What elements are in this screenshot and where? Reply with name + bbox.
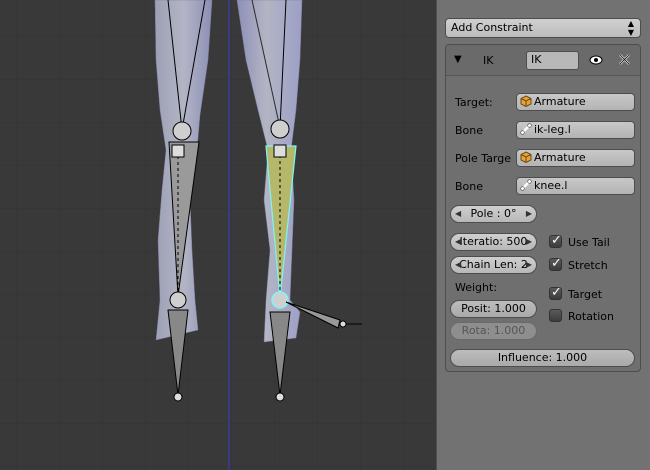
add-constraint-label: Add Constraint: [451, 21, 533, 34]
left-ankle-joint: [271, 291, 289, 309]
target-check-label: Target: [568, 288, 603, 301]
pole-bone-value: knee.l: [534, 179, 568, 192]
constraint-type-label: IK: [483, 54, 494, 67]
weight-label: Weight:: [455, 281, 498, 294]
pole-angle-value: Pole : 0°: [470, 207, 517, 220]
rotation-weight-value: Rota: 1.000: [461, 324, 526, 337]
rotation-check-label: Rotation: [568, 310, 615, 323]
checkmark-icon: ✓: [551, 233, 562, 248]
properties-panel: Add Constraint ▲ ▼ ▼ IK IK Target: Armatu…: [436, 0, 650, 470]
right-bone-head: [171, 144, 185, 158]
target-value: Armature: [534, 95, 586, 108]
bone-value: ik-leg.l: [534, 123, 571, 136]
target-checkbox[interactable]: ✓: [549, 285, 562, 300]
pole-target-field[interactable]: Armature: [516, 149, 635, 167]
dropdown-arrows-icon: ▲ ▼: [627, 19, 634, 37]
left-knee-joint: [270, 119, 290, 139]
grid-floor: [0, 0, 436, 470]
3d-viewport[interactable]: [0, 0, 436, 470]
viewport-canvas[interactable]: [0, 0, 436, 470]
target-label: Target:: [455, 96, 493, 109]
pole-angle-field[interactable]: ◀ Pole : 0° ▶: [450, 205, 537, 223]
bone-icon: [520, 123, 532, 135]
add-constraint-dropdown[interactable]: Add Constraint ▲ ▼: [445, 18, 641, 38]
bone-field[interactable]: ik-leg.l: [516, 121, 635, 139]
stretch-checkbox[interactable]: ✓: [549, 256, 562, 271]
right-knee-joint: [172, 121, 192, 141]
position-weight-value: Posit: 1.000: [461, 302, 526, 315]
pole-target-value: Armature: [534, 151, 586, 164]
chain-length-value: Chain Len: 2: [459, 258, 528, 271]
rotation-weight-field: Rota: 1.000: [450, 322, 537, 340]
checkmark-icon: ✓: [551, 285, 562, 300]
checkmark-icon: ✓: [551, 256, 562, 271]
mesh-object-icon: [520, 151, 532, 164]
target-field[interactable]: Armature: [516, 93, 635, 111]
use-tail-checkbox[interactable]: ✓: [549, 233, 562, 248]
chain-length-field[interactable]: ◀ Chain Len: 2 ▶: [450, 256, 537, 274]
disclosure-triangle-icon[interactable]: ▼: [454, 54, 462, 65]
pole-bone-label: Bone: [455, 180, 484, 193]
pole-target-label: Pole Targe: [455, 152, 512, 165]
constraint-name-value: IK: [531, 53, 542, 66]
left-bone-head: [273, 144, 287, 158]
pole-bone-field[interactable]: knee.l: [516, 177, 635, 195]
eye-icon[interactable]: [589, 54, 603, 69]
right-ankle-joint: [169, 291, 187, 309]
iterations-value: Iteratio: 500: [459, 235, 528, 248]
close-icon[interactable]: [618, 53, 631, 69]
position-weight-field[interactable]: Posit: 1.000: [450, 300, 537, 318]
use-tail-label: Use Tail: [568, 236, 610, 249]
stretch-label: Stretch: [568, 259, 608, 272]
bone-label: Bone: [455, 124, 484, 137]
iterations-field[interactable]: ◀ Iteratio: 500 ▶: [450, 233, 537, 251]
constraint-name-field[interactable]: IK: [526, 51, 579, 70]
influence-field[interactable]: Influence: 1.000: [450, 349, 635, 367]
mesh-object-icon: [520, 95, 532, 108]
rotation-checkbox[interactable]: [549, 309, 562, 322]
bone-icon: [520, 179, 532, 191]
influence-value: Influence: 1.000: [497, 351, 588, 364]
